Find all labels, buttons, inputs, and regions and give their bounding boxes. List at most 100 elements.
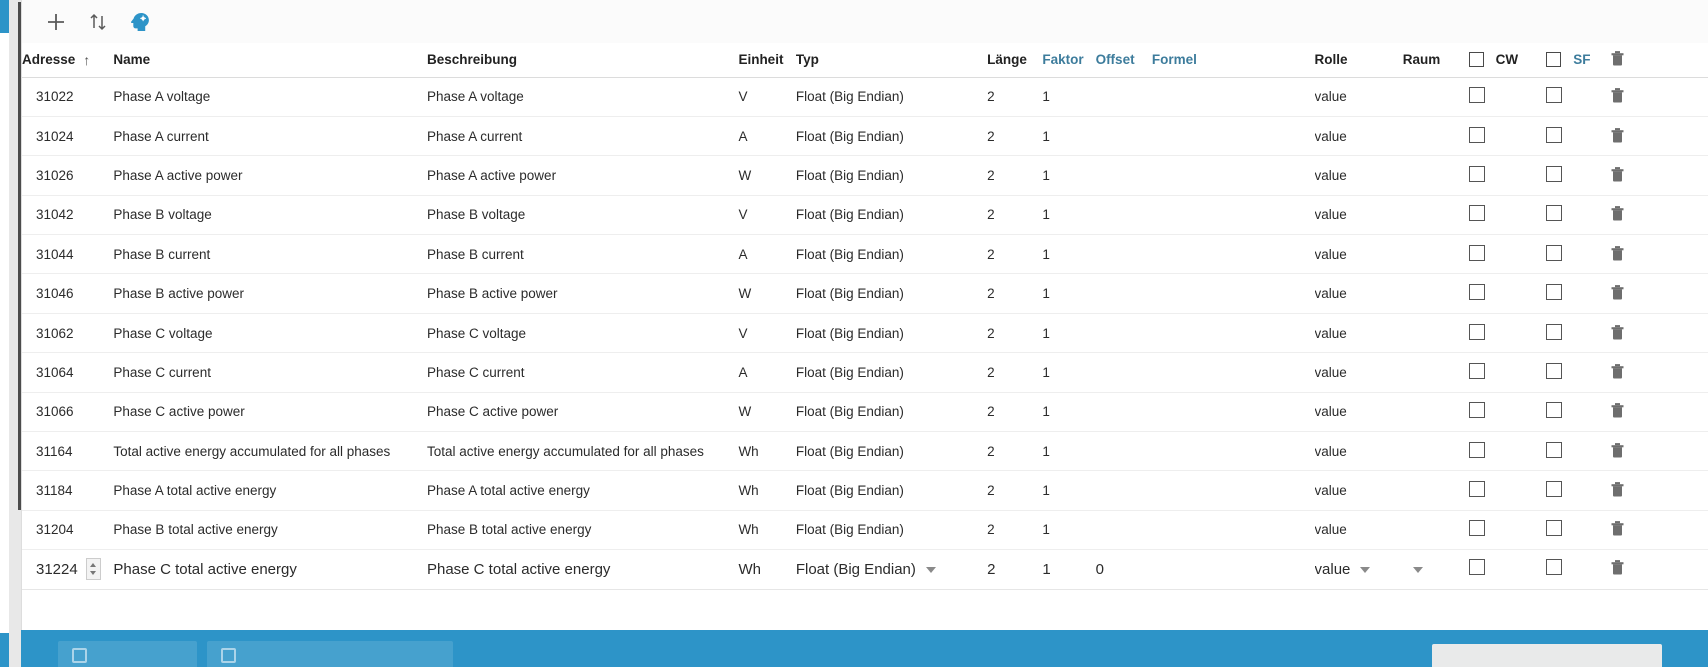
- sf-checkbox[interactable]: [1546, 362, 1563, 379]
- sf-checkbox[interactable]: [1546, 126, 1563, 143]
- cell-einheit: Wh: [738, 431, 796, 472]
- sf-checkbox[interactable]: [1546, 165, 1563, 182]
- table-row[interactable]: 31026 Phase A active power Phase A active …: [22, 155, 1708, 196]
- cw-checkbox[interactable]: [1468, 87, 1485, 104]
- col-header-rolle[interactable]: Rolle: [1314, 43, 1403, 78]
- col-header-einheit[interactable]: Einheit: [738, 43, 796, 78]
- delete-row-icon[interactable]: [1610, 204, 1625, 222]
- sf-checkbox[interactable]: [1546, 87, 1563, 104]
- chevron-down-icon[interactable]: [925, 566, 936, 573]
- bottom-button-1[interactable]: [58, 641, 197, 667]
- col-header-name[interactable]: Name: [113, 43, 427, 78]
- vertical-scrollbar-track[interactable]: [9, 0, 30, 667]
- table-row[interactable]: 31046 Phase B active power Phase B active …: [22, 273, 1708, 314]
- bottom-button-2[interactable]: [207, 641, 453, 667]
- table-row-active[interactable]: 31224 Phase C total active energy Phase C …: [22, 549, 1708, 590]
- delete-row-icon[interactable]: [1610, 362, 1625, 380]
- cw-checkbox[interactable]: [1468, 284, 1485, 301]
- table-row[interactable]: 31064 Phase C current Phase C current A Floa…: [22, 352, 1708, 393]
- table-row[interactable]: 31204 Phase B total active energy Phase B …: [22, 510, 1708, 551]
- col-header-sf[interactable]: SF: [1546, 43, 1611, 78]
- cell-beschreibung: Phase A voltage: [426, 77, 739, 117]
- cell-rolle: value: [1314, 116, 1403, 157]
- delete-row-icon[interactable]: [1610, 480, 1625, 498]
- cw-checkbox[interactable]: [1468, 205, 1485, 222]
- delete-all-icon[interactable]: [1610, 49, 1625, 67]
- cw-checkbox[interactable]: [1468, 165, 1485, 182]
- col-header-laenge[interactable]: Länge: [987, 43, 1043, 78]
- cell-rolle-active[interactable]: value: [1314, 549, 1403, 590]
- cell-cw: [1468, 470, 1547, 511]
- col-header-beschreibung[interactable]: Beschreibung: [426, 43, 739, 78]
- delete-row-icon[interactable]: [1610, 244, 1625, 262]
- col-header-cw[interactable]: CW: [1468, 43, 1547, 78]
- sf-checkbox[interactable]: [1546, 244, 1563, 261]
- cell-adresse-active[interactable]: 31224: [22, 549, 114, 590]
- delete-row-icon[interactable]: [1610, 441, 1625, 459]
- cell-raum-active[interactable]: [1402, 549, 1469, 590]
- table-row[interactable]: 31062 Phase C voltage Phase C voltage V Floa…: [22, 313, 1708, 354]
- sf-checkbox[interactable]: [1546, 284, 1563, 301]
- table-row[interactable]: 31024 Phase A current Phase A current A Floa…: [22, 116, 1708, 157]
- col-header-raum[interactable]: Raum: [1402, 43, 1469, 78]
- cell-delete: [1610, 155, 1708, 196]
- cell-delete: [1610, 392, 1708, 433]
- delete-row-icon[interactable]: [1610, 165, 1625, 183]
- col-header-typ[interactable]: Typ: [795, 43, 988, 78]
- header-row: Adresse ↑ Name Beschreibung Einheit Typ L…: [22, 43, 1708, 78]
- cell-offset-active[interactable]: 0: [1095, 549, 1152, 590]
- chevron-down-icon[interactable]: [1412, 566, 1423, 573]
- delete-row-icon[interactable]: [1610, 126, 1625, 144]
- sf-checkbox[interactable]: [1546, 559, 1563, 576]
- table-row[interactable]: 31164 Total active energy accumulated for…: [22, 431, 1708, 472]
- cell-delete: [1610, 431, 1708, 472]
- bottom-save-button[interactable]: [1432, 644, 1662, 667]
- cell-faktor-active[interactable]: 1: [1042, 549, 1096, 590]
- sf-checkbox[interactable]: [1546, 205, 1563, 222]
- sf-checkbox[interactable]: [1546, 520, 1563, 537]
- delete-row-icon[interactable]: [1610, 519, 1625, 537]
- cw-checkbox[interactable]: [1468, 520, 1485, 537]
- sf-checkbox[interactable]: [1546, 402, 1563, 419]
- cell-formel-active[interactable]: [1151, 549, 1315, 590]
- delete-row-icon[interactable]: [1610, 401, 1625, 419]
- col-header-formel[interactable]: Formel: [1151, 43, 1315, 78]
- cell-delete: [1610, 313, 1708, 354]
- table-row[interactable]: 31022 Phase A voltage Phase A voltage V Floa…: [22, 77, 1708, 117]
- delete-row-icon[interactable]: [1610, 323, 1625, 341]
- sf-checkbox[interactable]: [1546, 441, 1563, 458]
- cw-checkbox[interactable]: [1468, 402, 1485, 419]
- cw-checkbox[interactable]: [1468, 244, 1485, 261]
- cell-beschreibung-active[interactable]: Phase C total active energy: [426, 549, 739, 590]
- cw-checkbox[interactable]: [1468, 559, 1485, 576]
- table-row[interactable]: 31184 Phase A total active energy Phase A …: [22, 470, 1708, 511]
- chevron-down-icon[interactable]: [1360, 566, 1371, 573]
- col-header-offset[interactable]: Offset: [1095, 43, 1152, 78]
- cw-checkbox[interactable]: [1468, 362, 1485, 379]
- sf-checkbox[interactable]: [1546, 323, 1563, 340]
- col-header-faktor[interactable]: Faktor: [1042, 43, 1096, 78]
- cw-checkbox[interactable]: [1468, 126, 1485, 143]
- delete-row-icon[interactable]: [1610, 86, 1625, 104]
- select-all-sf-checkbox[interactable]: [1546, 52, 1562, 68]
- delete-row-icon[interactable]: [1610, 558, 1625, 576]
- delete-row-icon[interactable]: [1610, 283, 1625, 301]
- cell-rolle: value: [1314, 470, 1403, 511]
- table-scroll-area[interactable]: Adresse ↑ Name Beschreibung Einheit Typ L…: [22, 43, 1708, 630]
- add-row-button[interactable]: [35, 3, 77, 41]
- sf-checkbox[interactable]: [1546, 481, 1563, 498]
- sort-button[interactable]: [77, 3, 119, 41]
- cell-einheit-active[interactable]: Wh: [738, 549, 796, 590]
- cw-checkbox[interactable]: [1468, 323, 1485, 340]
- table-row[interactable]: 31066 Phase C active power Phase C active …: [22, 392, 1708, 433]
- cw-checkbox[interactable]: [1468, 481, 1485, 498]
- cw-checkbox[interactable]: [1468, 441, 1485, 458]
- col-header-adresse[interactable]: Adresse ↑: [22, 43, 114, 78]
- cell-name-active[interactable]: Phase C total active energy: [113, 549, 427, 590]
- ai-assistant-button[interactable]: [119, 3, 161, 41]
- cell-typ-active[interactable]: Float (Big Endian): [795, 549, 988, 590]
- table-row[interactable]: 31044 Phase B current Phase B current A Floa…: [22, 234, 1708, 275]
- table-row[interactable]: 31042 Phase B voltage Phase B voltage V Floa…: [22, 195, 1708, 236]
- adresse-stepper[interactable]: [85, 558, 101, 581]
- select-all-cw-checkbox[interactable]: [1468, 52, 1484, 68]
